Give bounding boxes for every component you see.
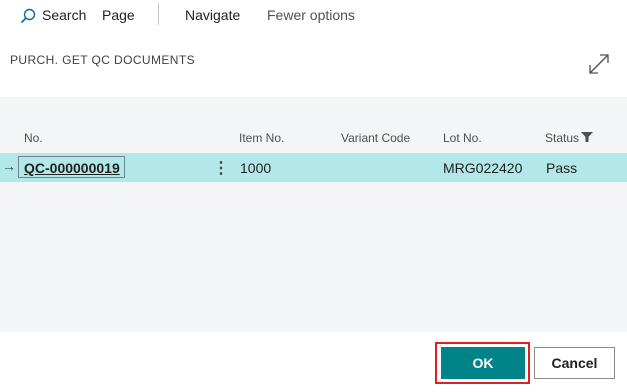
dialog-footer [0, 332, 627, 392]
row-arrow-icon: → [2, 158, 16, 174]
column-header-lot-no[interactable]: Lot No. [443, 131, 482, 145]
toolbar-divider [158, 3, 159, 25]
column-header-no[interactable]: No. [24, 131, 43, 145]
fewer-options-button[interactable]: Fewer options [267, 7, 355, 23]
column-header-status[interactable]: Status [545, 131, 579, 145]
more-options-icon[interactable]: ⋮ [213, 158, 229, 178]
column-header-item-no[interactable]: Item No. [239, 131, 284, 145]
lot-no-cell: MRG022420 [443, 160, 523, 176]
dialog-title: PURCH. GET QC DOCUMENTS [10, 53, 195, 67]
table-row[interactable]: → QC-000000019 ⋮ 1000 MRG022420 Pass [0, 153, 627, 182]
item-no-cell: 1000 [240, 160, 272, 176]
list-area [0, 97, 627, 332]
cancel-button[interactable]: Cancel [534, 347, 615, 379]
page-menu-button[interactable]: Page [102, 7, 135, 23]
action-bar: Search Page Navigate Fewer options [0, 0, 627, 30]
document-no-link[interactable]: QC-000000019 [24, 160, 120, 176]
search-icon [20, 8, 36, 24]
column-header-variant-code[interactable]: Variant Code [341, 131, 410, 145]
expand-icon[interactable] [587, 52, 611, 76]
status-cell: Pass [546, 160, 578, 176]
navigate-menu-button[interactable]: Navigate [185, 7, 240, 23]
ok-button[interactable]: OK [441, 347, 525, 379]
search-label: Search [42, 7, 87, 23]
filter-icon[interactable] [581, 131, 593, 143]
